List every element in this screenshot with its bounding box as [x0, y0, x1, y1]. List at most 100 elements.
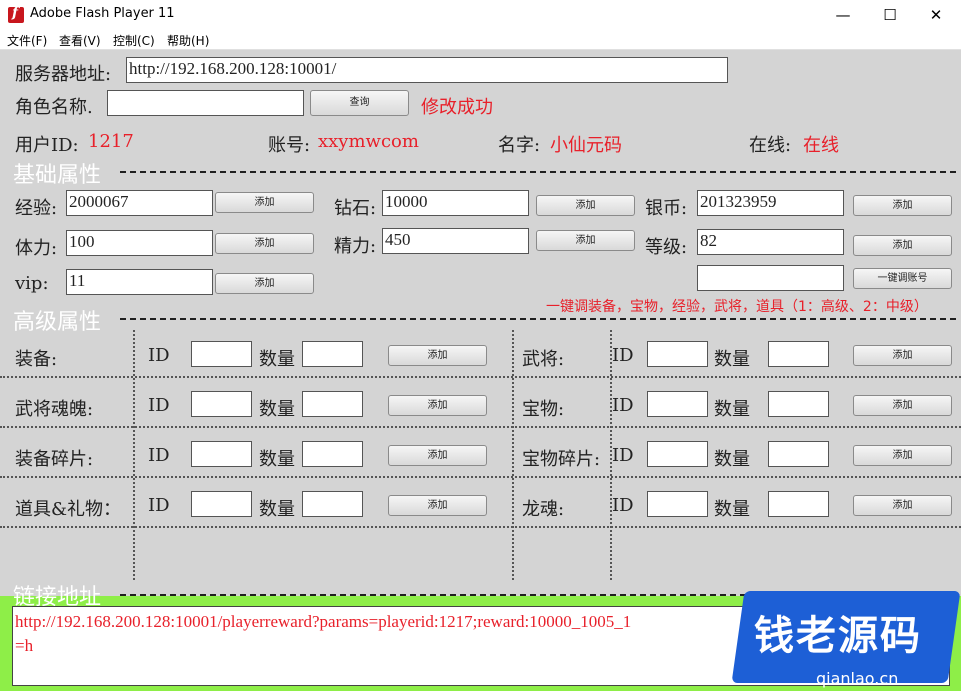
treasure-add-button[interactable]: 添加 — [853, 395, 952, 416]
dragon-soul-label: 龙魂: — [522, 499, 565, 520]
silver-label: 银币: — [645, 198, 688, 219]
treasure-id-label: ID — [612, 395, 634, 416]
level-label: 等级: — [645, 237, 688, 258]
online-value: 在线 — [803, 135, 839, 156]
silver-input[interactable]: 201323959 — [697, 190, 844, 216]
query-button[interactable]: 查询 — [310, 90, 409, 116]
treasure-id-input[interactable] — [647, 391, 708, 417]
basic-section-divider — [120, 171, 956, 173]
general-soul-id-input[interactable] — [191, 391, 252, 417]
grid-line — [0, 376, 961, 378]
server-label: 服务器地址: — [15, 64, 112, 85]
dragon-soul-add-button[interactable]: 添加 — [853, 495, 952, 516]
onekey-account-button[interactable]: 一键调账号 — [853, 268, 952, 289]
vip-add-button[interactable]: 添加 — [215, 273, 314, 294]
equip-fragment-id-input[interactable] — [191, 441, 252, 467]
maximize-button[interactable]: ☐ — [867, 0, 913, 30]
equip-qty-label: 数量 — [259, 349, 295, 370]
window-title: Adobe Flash Player 11 — [30, 6, 175, 21]
level-add-button[interactable]: 添加 — [853, 235, 952, 256]
dragon-soul-id-input[interactable] — [647, 491, 708, 517]
stamina-input[interactable]: 100 — [66, 230, 213, 256]
equip-fragment-qty-label: 数量 — [259, 449, 295, 470]
treasure-fragment-qty-input[interactable] — [768, 441, 829, 467]
watermark-logo: 钱老源码 qianlao.cn — [731, 583, 961, 691]
grid-line — [133, 330, 135, 580]
minimize-button[interactable]: — — [820, 0, 866, 30]
general-label: 武将: — [522, 349, 565, 370]
item-gift-qty-input[interactable] — [302, 491, 363, 517]
item-gift-label: 道具&礼物： — [15, 499, 122, 520]
equip-fragment-add-button[interactable]: 添加 — [388, 445, 487, 466]
grid-line — [512, 330, 514, 580]
uid-value: 1217 — [88, 131, 134, 152]
uid-label: 用户ID: — [15, 135, 79, 156]
equip-fragment-id-label: ID — [148, 445, 170, 466]
name-label: 名字: — [498, 135, 541, 156]
diamond-input[interactable]: 10000 — [382, 190, 529, 216]
dragon-soul-qty-label: 数量 — [714, 499, 750, 520]
treasure-qty-input[interactable] — [768, 391, 829, 417]
general-soul-add-button[interactable]: 添加 — [388, 395, 487, 416]
equip-id-input[interactable] — [191, 341, 252, 367]
stamina-label: 体力: — [15, 238, 58, 259]
menu-help[interactable]: 帮助(H) — [167, 32, 209, 49]
account-label: 账号: — [268, 135, 311, 156]
general-soul-qty-label: 数量 — [259, 399, 295, 420]
diamond-add-button[interactable]: 添加 — [536, 195, 635, 216]
general-soul-qty-input[interactable] — [302, 391, 363, 417]
grid-line — [0, 426, 961, 428]
item-gift-qty-label: 数量 — [259, 499, 295, 520]
onekey-hint: 一键调装备，宝物，经验，武将，道具（1：高级、2：中级） — [546, 299, 928, 315]
exp-add-button[interactable]: 添加 — [215, 192, 314, 213]
menu-file[interactable]: 文件(F) — [7, 32, 47, 49]
advanced-section-title: 高级属性 — [13, 310, 102, 335]
watermark-text: 钱老源码 — [754, 613, 922, 659]
equip-label: 装备: — [15, 349, 58, 370]
level-input[interactable]: 82 — [697, 229, 844, 255]
menu-view[interactable]: 查看(V) — [59, 32, 101, 49]
diamond-label: 钻石: — [334, 198, 377, 219]
advanced-section-divider — [120, 318, 956, 320]
dragon-soul-id-label: ID — [612, 495, 634, 516]
flash-icon — [8, 5, 24, 23]
onekey-input[interactable] — [697, 265, 844, 291]
close-button[interactable]: ✕ — [913, 0, 959, 30]
treasure-label: 宝物: — [522, 399, 565, 420]
item-gift-id-input[interactable] — [191, 491, 252, 517]
energy-add-button[interactable]: 添加 — [536, 230, 635, 251]
name-value: 小仙元码 — [550, 135, 622, 156]
status-message: 修改成功 — [421, 97, 493, 118]
vip-label: vip: — [15, 273, 49, 294]
general-qty-label: 数量 — [714, 349, 750, 370]
exp-input[interactable]: 2000067 — [66, 190, 213, 216]
general-qty-input[interactable] — [768, 341, 829, 367]
general-add-button[interactable]: 添加 — [853, 345, 952, 366]
server-address-input[interactable]: http://192.168.200.128:10001/ — [126, 57, 728, 83]
exp-label: 经验: — [15, 198, 58, 219]
title-bar: Adobe Flash Player 11 — ☐ ✕ — [0, 0, 961, 30]
general-id-label: ID — [612, 345, 634, 366]
energy-label: 精力: — [334, 236, 377, 257]
role-name-input[interactable] — [107, 90, 304, 116]
watermark-url: qianlao.cn — [816, 669, 899, 688]
general-id-input[interactable] — [647, 341, 708, 367]
grid-line — [0, 526, 961, 528]
stamina-add-button[interactable]: 添加 — [215, 233, 314, 254]
treasure-fragment-id-input[interactable] — [647, 441, 708, 467]
treasure-fragment-add-button[interactable]: 添加 — [853, 445, 952, 466]
silver-add-button[interactable]: 添加 — [853, 195, 952, 216]
energy-input[interactable]: 450 — [382, 228, 529, 254]
menu-bar: 文件(F) 查看(V) 控制(C) 帮助(H) — [0, 30, 961, 50]
equip-id-label: ID — [148, 345, 170, 366]
equip-fragment-qty-input[interactable] — [302, 441, 363, 467]
equip-add-button[interactable]: 添加 — [388, 345, 487, 366]
vip-input[interactable]: 11 — [66, 269, 213, 295]
item-gift-add-button[interactable]: 添加 — [388, 495, 487, 516]
equip-qty-input[interactable] — [302, 341, 363, 367]
menu-control[interactable]: 控制(C) — [113, 32, 155, 49]
treasure-fragment-qty-label: 数量 — [714, 449, 750, 470]
equip-fragment-label: 装备碎片: — [15, 449, 94, 470]
general-soul-id-label: ID — [148, 395, 170, 416]
dragon-soul-qty-input[interactable] — [768, 491, 829, 517]
